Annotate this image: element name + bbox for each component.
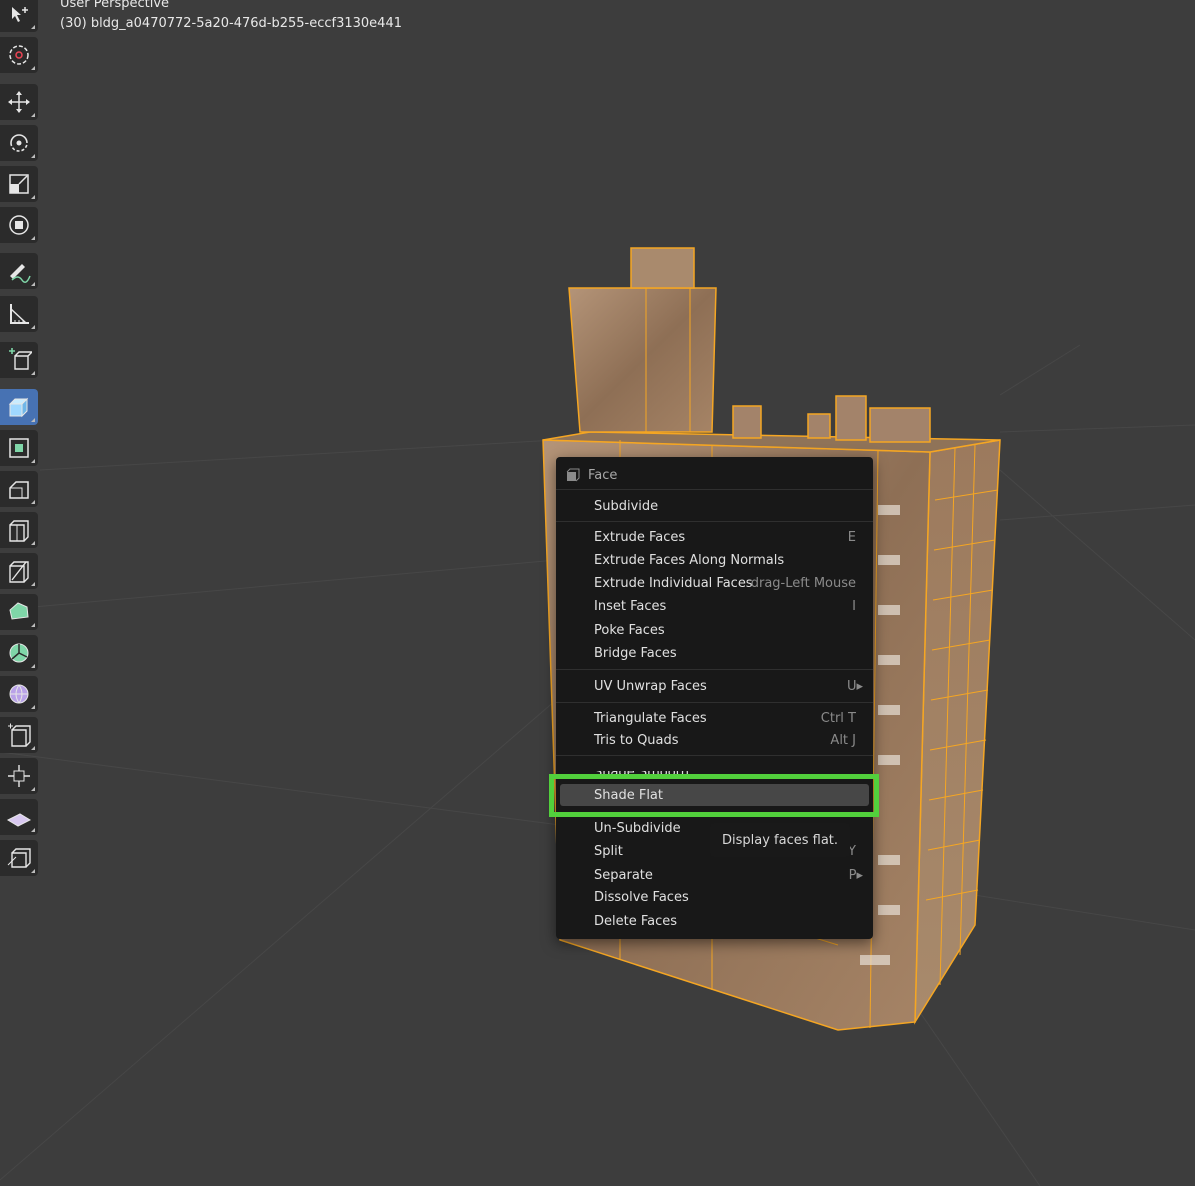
menu-item-extrude-along-normals[interactable]: Extrude Faces Along Normals xyxy=(560,549,869,571)
tooltip-text: Display faces flat. xyxy=(721,832,839,848)
face-context-menu: Face Subdivide Extrude Faces E Extrude F… xyxy=(556,457,873,939)
measure-icon[interactable] xyxy=(0,296,38,332)
menu-item-subdivide[interactable]: Subdivide xyxy=(560,495,869,517)
menu-item-extrude-faces[interactable]: Extrude Faces E xyxy=(560,526,869,548)
move-icon[interactable] xyxy=(0,84,38,120)
knife-icon[interactable] xyxy=(0,553,38,589)
rotate-icon[interactable] xyxy=(0,125,38,161)
menu-item-dissolve-faces[interactable]: Dissolve Faces xyxy=(560,886,869,908)
highlight-annotation xyxy=(549,774,879,817)
select-box-icon[interactable] xyxy=(0,0,38,32)
loop-cut-icon[interactable] xyxy=(0,512,38,548)
face-mode-icon xyxy=(566,468,580,482)
menu-separator xyxy=(556,755,873,756)
menu-item-triangulate-faces[interactable]: Triangulate Faces Ctrl T xyxy=(560,707,869,729)
cursor-icon[interactable] xyxy=(0,37,38,73)
poly-build-icon[interactable] xyxy=(0,594,38,630)
menu-item-delete-faces[interactable]: Delete Faces xyxy=(560,910,869,932)
rip-region-icon[interactable] xyxy=(0,840,38,876)
menu-item-tris-to-quads[interactable]: Tris to Quads Alt J xyxy=(560,729,869,751)
tooltip: Display faces flat. xyxy=(710,823,850,857)
menu-item-poke-faces[interactable]: Poke Faces xyxy=(560,619,869,641)
menu-header: Face xyxy=(566,465,617,485)
menu-separator xyxy=(556,521,873,522)
bevel-icon[interactable] xyxy=(0,471,38,507)
shear-icon[interactable] xyxy=(0,799,38,835)
spin-icon[interactable] xyxy=(0,635,38,671)
menu-item-uv-unwrap[interactable]: UV Unwrap Faces U▸ xyxy=(560,675,869,697)
menu-separator xyxy=(556,489,873,490)
viewport-info: User Perspective (30) bldg_a0470772-5a20… xyxy=(60,0,402,34)
menu-item-extrude-individual[interactable]: Extrude Individual Faces drag-Left Mouse xyxy=(560,572,869,594)
add-cube-icon[interactable] xyxy=(0,342,38,378)
smooth-icon[interactable] xyxy=(0,676,38,712)
shrink-fatten-icon[interactable] xyxy=(0,758,38,794)
navigation-gizmo[interactable] xyxy=(1183,30,1195,52)
annotate-icon[interactable] xyxy=(0,253,38,289)
edge-slide-icon[interactable] xyxy=(0,717,38,753)
menu-item-inset-faces[interactable]: Inset Faces I xyxy=(560,595,869,617)
extrude-region-icon[interactable] xyxy=(0,389,38,425)
menu-title: Face xyxy=(588,467,618,483)
scale-icon[interactable] xyxy=(0,166,38,202)
menu-item-separate[interactable]: Separate P▸ xyxy=(560,864,869,886)
view-name: User Perspective xyxy=(60,0,170,11)
transform-icon[interactable] xyxy=(0,207,38,243)
active-object-name: (30) bldg_a0470772-5a20-476d-b255-eccf31… xyxy=(60,16,402,31)
menu-item-bridge-faces[interactable]: Bridge Faces xyxy=(560,642,869,664)
menu-separator xyxy=(556,702,873,703)
menu-separator xyxy=(556,669,873,670)
inset-faces-icon[interactable] xyxy=(0,430,38,466)
